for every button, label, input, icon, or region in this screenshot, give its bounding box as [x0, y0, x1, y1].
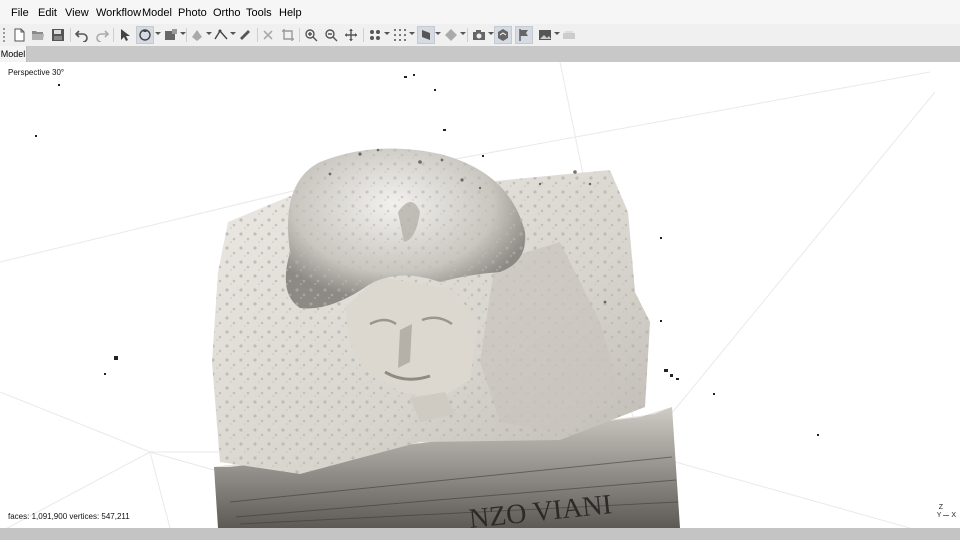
model-render: NZO VIANI: [0, 62, 936, 528]
zoom-out-icon[interactable]: [323, 27, 339, 43]
shaded-icon[interactable]: [443, 27, 459, 43]
axis-y-label: Y: [936, 512, 942, 519]
redo-icon[interactable]: [94, 27, 110, 43]
open-folder-icon[interactable]: [30, 27, 46, 43]
select-arrow-icon[interactable]: [117, 27, 133, 43]
model-viewport[interactable]: NZO VIANI Perspective 30° faces: 1,091,9…: [0, 62, 960, 528]
navigation-icon[interactable]: [136, 26, 154, 44]
image-dropdown[interactable]: [554, 32, 560, 35]
menu-edit[interactable]: Edit: [38, 7, 57, 19]
markers-icon[interactable]: [494, 26, 512, 44]
menu-bar: File Edit View Workflow Model Photo Orth…: [0, 0, 960, 24]
menu-help[interactable]: Help: [279, 7, 302, 19]
save-icon[interactable]: [50, 27, 66, 43]
crop-icon[interactable]: [280, 27, 296, 43]
region-icon[interactable]: [561, 27, 577, 43]
selection-shape-icon[interactable]: [163, 27, 179, 43]
model-stats: faces: 1,091,900 vertices: 547,211: [8, 512, 130, 521]
undo-icon[interactable]: [74, 27, 90, 43]
menu-file[interactable]: File: [11, 7, 29, 19]
menu-view[interactable]: View: [65, 7, 89, 19]
delete-icon[interactable]: [260, 27, 276, 43]
menu-workflow[interactable]: Workflow: [96, 7, 141, 19]
polyline-dropdown[interactable]: [230, 32, 236, 35]
tool-dropdown[interactable]: [206, 32, 212, 35]
axis-line: [943, 514, 950, 516]
flag-icon[interactable]: [515, 26, 533, 44]
toolbar-separator: [70, 28, 71, 42]
shaded-dropdown[interactable]: [460, 32, 466, 35]
ruler-icon[interactable]: [237, 27, 253, 43]
toolbar-separator: [113, 28, 114, 42]
status-bar: [0, 528, 960, 540]
axis-x-label: X: [951, 512, 956, 519]
model-view-dropdown[interactable]: [435, 32, 441, 35]
toolbar: [0, 24, 960, 47]
toolbar-separator: [257, 28, 258, 42]
grid-dropdown[interactable]: [409, 32, 415, 35]
menu-photo[interactable]: Photo: [178, 7, 207, 19]
model-view-icon[interactable]: [417, 26, 435, 44]
axis-gizmo: Z Y X: [936, 504, 956, 520]
toolbar-separator: [363, 28, 364, 42]
menu-tools[interactable]: Tools: [246, 7, 272, 19]
toolbar-grip[interactable]: [3, 28, 5, 42]
reset-view-icon[interactable]: [343, 27, 359, 43]
tool-icon[interactable]: [189, 27, 205, 43]
toolbar-separator: [186, 28, 187, 42]
toolbar-separator: [299, 28, 300, 42]
zoom-in-icon[interactable]: [303, 27, 319, 43]
points-icon[interactable]: [367, 27, 383, 43]
camera-dropdown[interactable]: [488, 32, 494, 35]
grid-icon[interactable]: [392, 27, 408, 43]
polyline-icon[interactable]: [213, 27, 229, 43]
axis-z-label: Z: [938, 504, 944, 511]
tab-bar: Model: [0, 46, 960, 62]
new-file-icon[interactable]: [11, 27, 27, 43]
points-dropdown[interactable]: [384, 32, 390, 35]
tab-model[interactable]: Model: [0, 46, 27, 62]
camera-icon[interactable]: [471, 27, 487, 43]
image-icon[interactable]: [537, 27, 553, 43]
navigation-dropdown[interactable]: [155, 32, 161, 35]
projection-label: Perspective 30°: [8, 68, 65, 77]
toolbar-separator: [467, 28, 468, 42]
menu-model[interactable]: Model: [142, 7, 172, 19]
menu-ortho[interactable]: Ortho: [213, 7, 241, 19]
